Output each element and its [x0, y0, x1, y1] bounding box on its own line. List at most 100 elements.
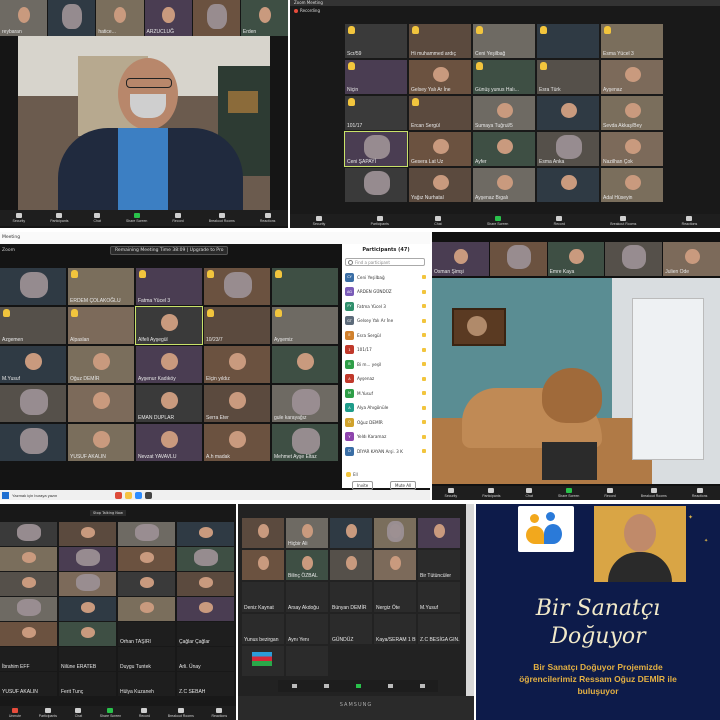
- participant-tile[interactable]: [537, 168, 599, 202]
- participant-tile[interactable]: reybaran: [0, 0, 48, 36]
- participant-tile[interactable]: [374, 518, 416, 548]
- participant-tile[interactable]: Aynı Yenı: [286, 614, 328, 644]
- participant-tile[interactable]: [242, 518, 284, 548]
- participant-tile[interactable]: [192, 0, 240, 36]
- participant-tile[interactable]: [0, 522, 57, 546]
- remaining-time-banner[interactable]: Remaining Meeting Time 38:09 | Upgrade t…: [110, 246, 229, 255]
- participant-tile[interactable]: [118, 572, 175, 596]
- mute-all-button[interactable]: Mute All: [390, 481, 417, 490]
- participant-tile[interactable]: Arli. Ünay: [177, 647, 234, 671]
- participant-tile[interactable]: Hiçbir Ali: [286, 518, 328, 548]
- participant-tile[interactable]: Günüş yunus Halı...: [473, 60, 535, 94]
- participant-tile[interactable]: Ferit Tunç: [59, 672, 116, 696]
- toolbar-button[interactable]: Record: [139, 708, 150, 718]
- participant-tile[interactable]: hatice...: [96, 0, 144, 36]
- chrome-icon[interactable]: [115, 491, 122, 499]
- participant-tile[interactable]: 10/23/7: [204, 307, 270, 344]
- participant-tile[interactable]: YUSUF AKALIN: [68, 424, 134, 461]
- toolbar-button[interactable]: Chat: [526, 488, 533, 498]
- explorer-icon[interactable]: [125, 491, 132, 499]
- participant-tile[interactable]: [177, 547, 234, 571]
- participant-tile[interactable]: Duygu Tuntek: [118, 647, 175, 671]
- participant-tile[interactable]: [0, 622, 57, 646]
- app-icon[interactable]: [145, 491, 152, 499]
- participant-tile[interactable]: ERDEM ÇOLAKOĞLU: [68, 268, 134, 305]
- participant-tile[interactable]: Julien Ode: [663, 242, 720, 276]
- toolbar-button[interactable]: Share Screen: [487, 216, 508, 226]
- start-icon[interactable]: [2, 491, 9, 499]
- participant-tile[interactable]: [242, 646, 284, 676]
- participant-tile[interactable]: [118, 547, 175, 571]
- participant-tile[interactable]: [286, 646, 328, 676]
- participant-tile[interactable]: Ceni ŞAPAYİ: [344, 131, 408, 167]
- toolbar-button[interactable]: Reactions: [692, 488, 707, 498]
- participant-tile[interactable]: Oğuz DEMİR: [68, 346, 134, 383]
- participant-tile[interactable]: [0, 385, 66, 422]
- participant-tile[interactable]: Z.C BESİGA GIN...: [418, 614, 460, 644]
- participant-tile[interactable]: M.Yusuf: [418, 582, 460, 612]
- participant-tile[interactable]: Esma Yücel 3: [601, 24, 663, 58]
- participant-tile[interactable]: Ayşemiz: [272, 307, 338, 344]
- participant-tile[interactable]: Ayşenaz Bıgalı: [473, 168, 535, 202]
- participant-tile[interactable]: [272, 346, 338, 383]
- toolbar-button[interactable]: Chat: [94, 213, 101, 223]
- participant-list-item[interactable]: A Ayşenaz: [345, 372, 427, 387]
- participant-list-item[interactable]: E Esra Sergül: [345, 328, 427, 343]
- participant-tile[interactable]: Z.C SEBAH: [177, 672, 234, 696]
- toolbar-button[interactable]: Participants: [50, 213, 69, 223]
- participant-list-item[interactable]: 1 101/17: [345, 343, 427, 358]
- toolbar-button[interactable]: Unmute: [9, 708, 21, 718]
- participant-tile[interactable]: ARZUCLUĞ: [144, 0, 192, 36]
- toolbar-button[interactable]: Share Screen: [126, 213, 147, 223]
- participant-tile[interactable]: Niçin: [345, 60, 407, 94]
- participant-tile[interactable]: [0, 572, 57, 596]
- participant-tile[interactable]: [59, 597, 116, 621]
- participant-tile[interactable]: Serra Eter: [204, 385, 270, 422]
- toolbar-button[interactable]: Breakout Rooms: [209, 213, 235, 223]
- participant-tile[interactable]: Ayşenur Kadıköy: [136, 346, 202, 383]
- toolbar-button[interactable]: Security: [313, 216, 325, 226]
- participant-list-item[interactable]: GT Gelsey Yalı Ar İne: [345, 314, 427, 329]
- toolbar-button[interactable]: Share Screen: [558, 488, 579, 498]
- participant-list-item[interactable]: AG ARDEN GÜNDÜZ: [345, 285, 427, 300]
- participant-tile[interactable]: Deniz Kaynat: [242, 582, 284, 612]
- toolbar-button[interactable]: Participants: [39, 708, 57, 718]
- toolbar-button[interactable]: Record: [604, 488, 616, 498]
- participant-tile[interactable]: Arsay Akdoğu: [286, 582, 328, 612]
- participant-tile[interactable]: Nilüne ERATEB: [59, 647, 116, 671]
- participant-tile[interactable]: [177, 597, 234, 621]
- participant-tile[interactable]: [177, 522, 234, 546]
- participant-tile[interactable]: A.h madak: [204, 424, 270, 461]
- participant-tile[interactable]: Ercan Sergül: [409, 96, 471, 130]
- participant-tile[interactable]: Emre Kaya: [547, 242, 605, 276]
- participant-search[interactable]: Find a participant: [345, 258, 425, 266]
- invite-button[interactable]: Invite: [352, 481, 374, 490]
- participant-tile[interactable]: M.Yusuf: [0, 346, 66, 383]
- toolbar-button[interactable]: Participants: [371, 216, 389, 226]
- participant-tile[interactable]: Mehmet Ayşe Eltaz: [272, 424, 338, 461]
- participant-list-item[interactable]: D DİYAR KAYAN Arşi. 3 K: [345, 444, 427, 459]
- participant-tile[interactable]: [0, 597, 57, 621]
- participant-tile[interactable]: Nazilhan Çok: [601, 132, 663, 166]
- participant-tile[interactable]: [605, 242, 663, 276]
- participant-tile[interactable]: Gesera Lat Uz: [409, 132, 471, 166]
- toolbar-button[interactable]: Participants: [482, 488, 501, 498]
- participant-tile[interactable]: [59, 522, 116, 546]
- participant-tile[interactable]: Erden: [240, 0, 288, 36]
- participant-tile[interactable]: Ceni Yeşilbağ: [473, 24, 535, 58]
- participant-tile[interactable]: Osman Şimşi: [432, 242, 489, 276]
- participant-tile[interactable]: [0, 547, 57, 571]
- speaker-video[interactable]: [18, 36, 270, 210]
- toolbar-button[interactable]: Breakout Rooms: [641, 488, 667, 498]
- participant-tile[interactable]: Sumaya Tuğrul/5: [473, 96, 535, 130]
- participant-tile[interactable]: [0, 424, 66, 461]
- participant-tile[interactable]: Ayşenaz: [601, 60, 663, 94]
- participant-list-item[interactable]: FY Fatma Yücel 3: [345, 299, 427, 314]
- participant-tile[interactable]: Scr/59: [345, 24, 407, 58]
- participant-tile[interactable]: [345, 168, 407, 202]
- participant-tile[interactable]: [0, 268, 66, 305]
- participant-tile[interactable]: [48, 0, 96, 36]
- participant-tile[interactable]: Orhan TAŞIRI: [118, 622, 175, 646]
- toolbar-button[interactable]: Breakout Rooms: [610, 216, 636, 226]
- participant-tile[interactable]: 101/17: [345, 96, 407, 130]
